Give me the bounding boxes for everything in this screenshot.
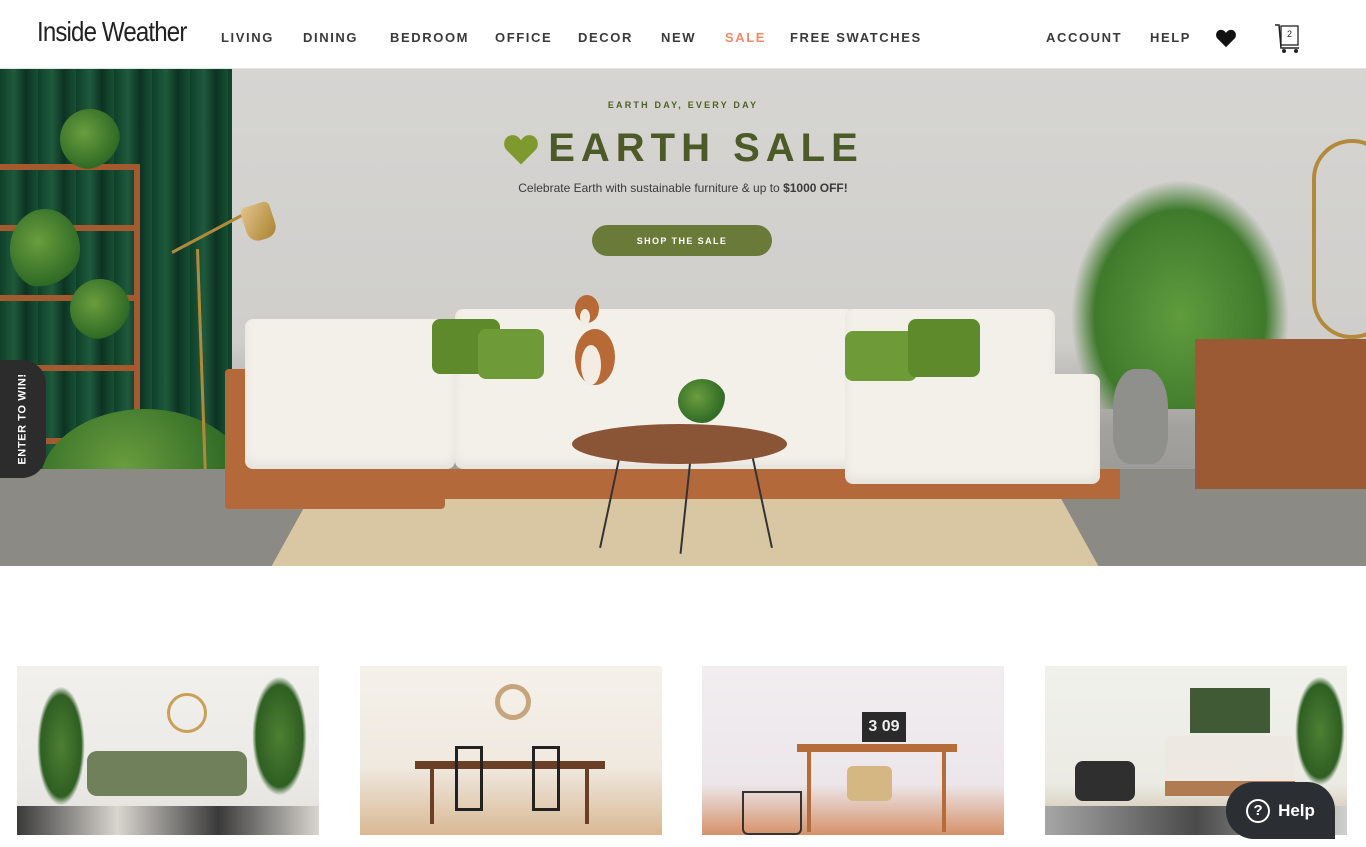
lounge-chair	[1075, 761, 1135, 801]
site-header: Inside Weather LIVING DINING BEDROOM OFF…	[0, 0, 1366, 69]
shop-the-sale-button[interactable]: SHOP THE SALE	[592, 225, 772, 256]
dining-table	[415, 761, 605, 769]
category-card-office[interactable]: 3 09	[702, 666, 1004, 835]
desk	[797, 744, 957, 752]
enter-to-win-tab[interactable]: ENTER TO WIN!	[0, 360, 46, 478]
nav-new[interactable]: NEW	[661, 30, 696, 45]
green-sofa	[87, 751, 247, 796]
credenza	[1195, 339, 1366, 489]
headboard	[1190, 688, 1270, 733]
hero-eyebrow: EARTH DAY, EVERY DAY	[607, 100, 759, 110]
category-card-dining[interactable]	[360, 666, 662, 835]
heart-leaf-icon	[504, 134, 539, 164]
help-chat-button[interactable]: ? Help	[1226, 782, 1335, 839]
question-icon: ?	[1246, 798, 1271, 823]
nav-bedroom[interactable]: BEDROOM	[390, 30, 469, 45]
nav-decor[interactable]: DECOR	[578, 30, 633, 45]
nav-sale[interactable]: SALE	[725, 30, 766, 45]
nav-office[interactable]: OFFICE	[495, 30, 552, 45]
site-logo[interactable]: Inside Weather	[37, 16, 187, 48]
nav-living[interactable]: LIVING	[221, 30, 274, 45]
chair	[847, 766, 892, 801]
wire-basket	[742, 791, 802, 835]
cart-button[interactable]: 2	[1274, 22, 1302, 54]
flip-clock: 3 09	[862, 712, 906, 742]
hero-banner: EARTH DAY, EVERY DAY EARTH SALE Celebrat…	[0, 69, 1366, 566]
hero-headline: EARTH SALE	[0, 126, 1366, 171]
coffee-table	[572, 424, 787, 464]
nav-help[interactable]: HELP	[1150, 30, 1191, 45]
nav-free-swatches[interactable]: FREE SWATCHES	[790, 30, 922, 45]
wreath	[495, 684, 531, 720]
heart-icon[interactable]	[1215, 28, 1237, 48]
category-card-living[interactable]	[17, 666, 319, 835]
cart-count: 2	[1287, 29, 1293, 39]
nav-account[interactable]: ACCOUNT	[1046, 30, 1122, 45]
mirror	[167, 693, 207, 733]
hero-subhead: Celebrate Earth with sustainable furnitu…	[518, 181, 848, 195]
nav-dining[interactable]: DINING	[303, 30, 358, 45]
